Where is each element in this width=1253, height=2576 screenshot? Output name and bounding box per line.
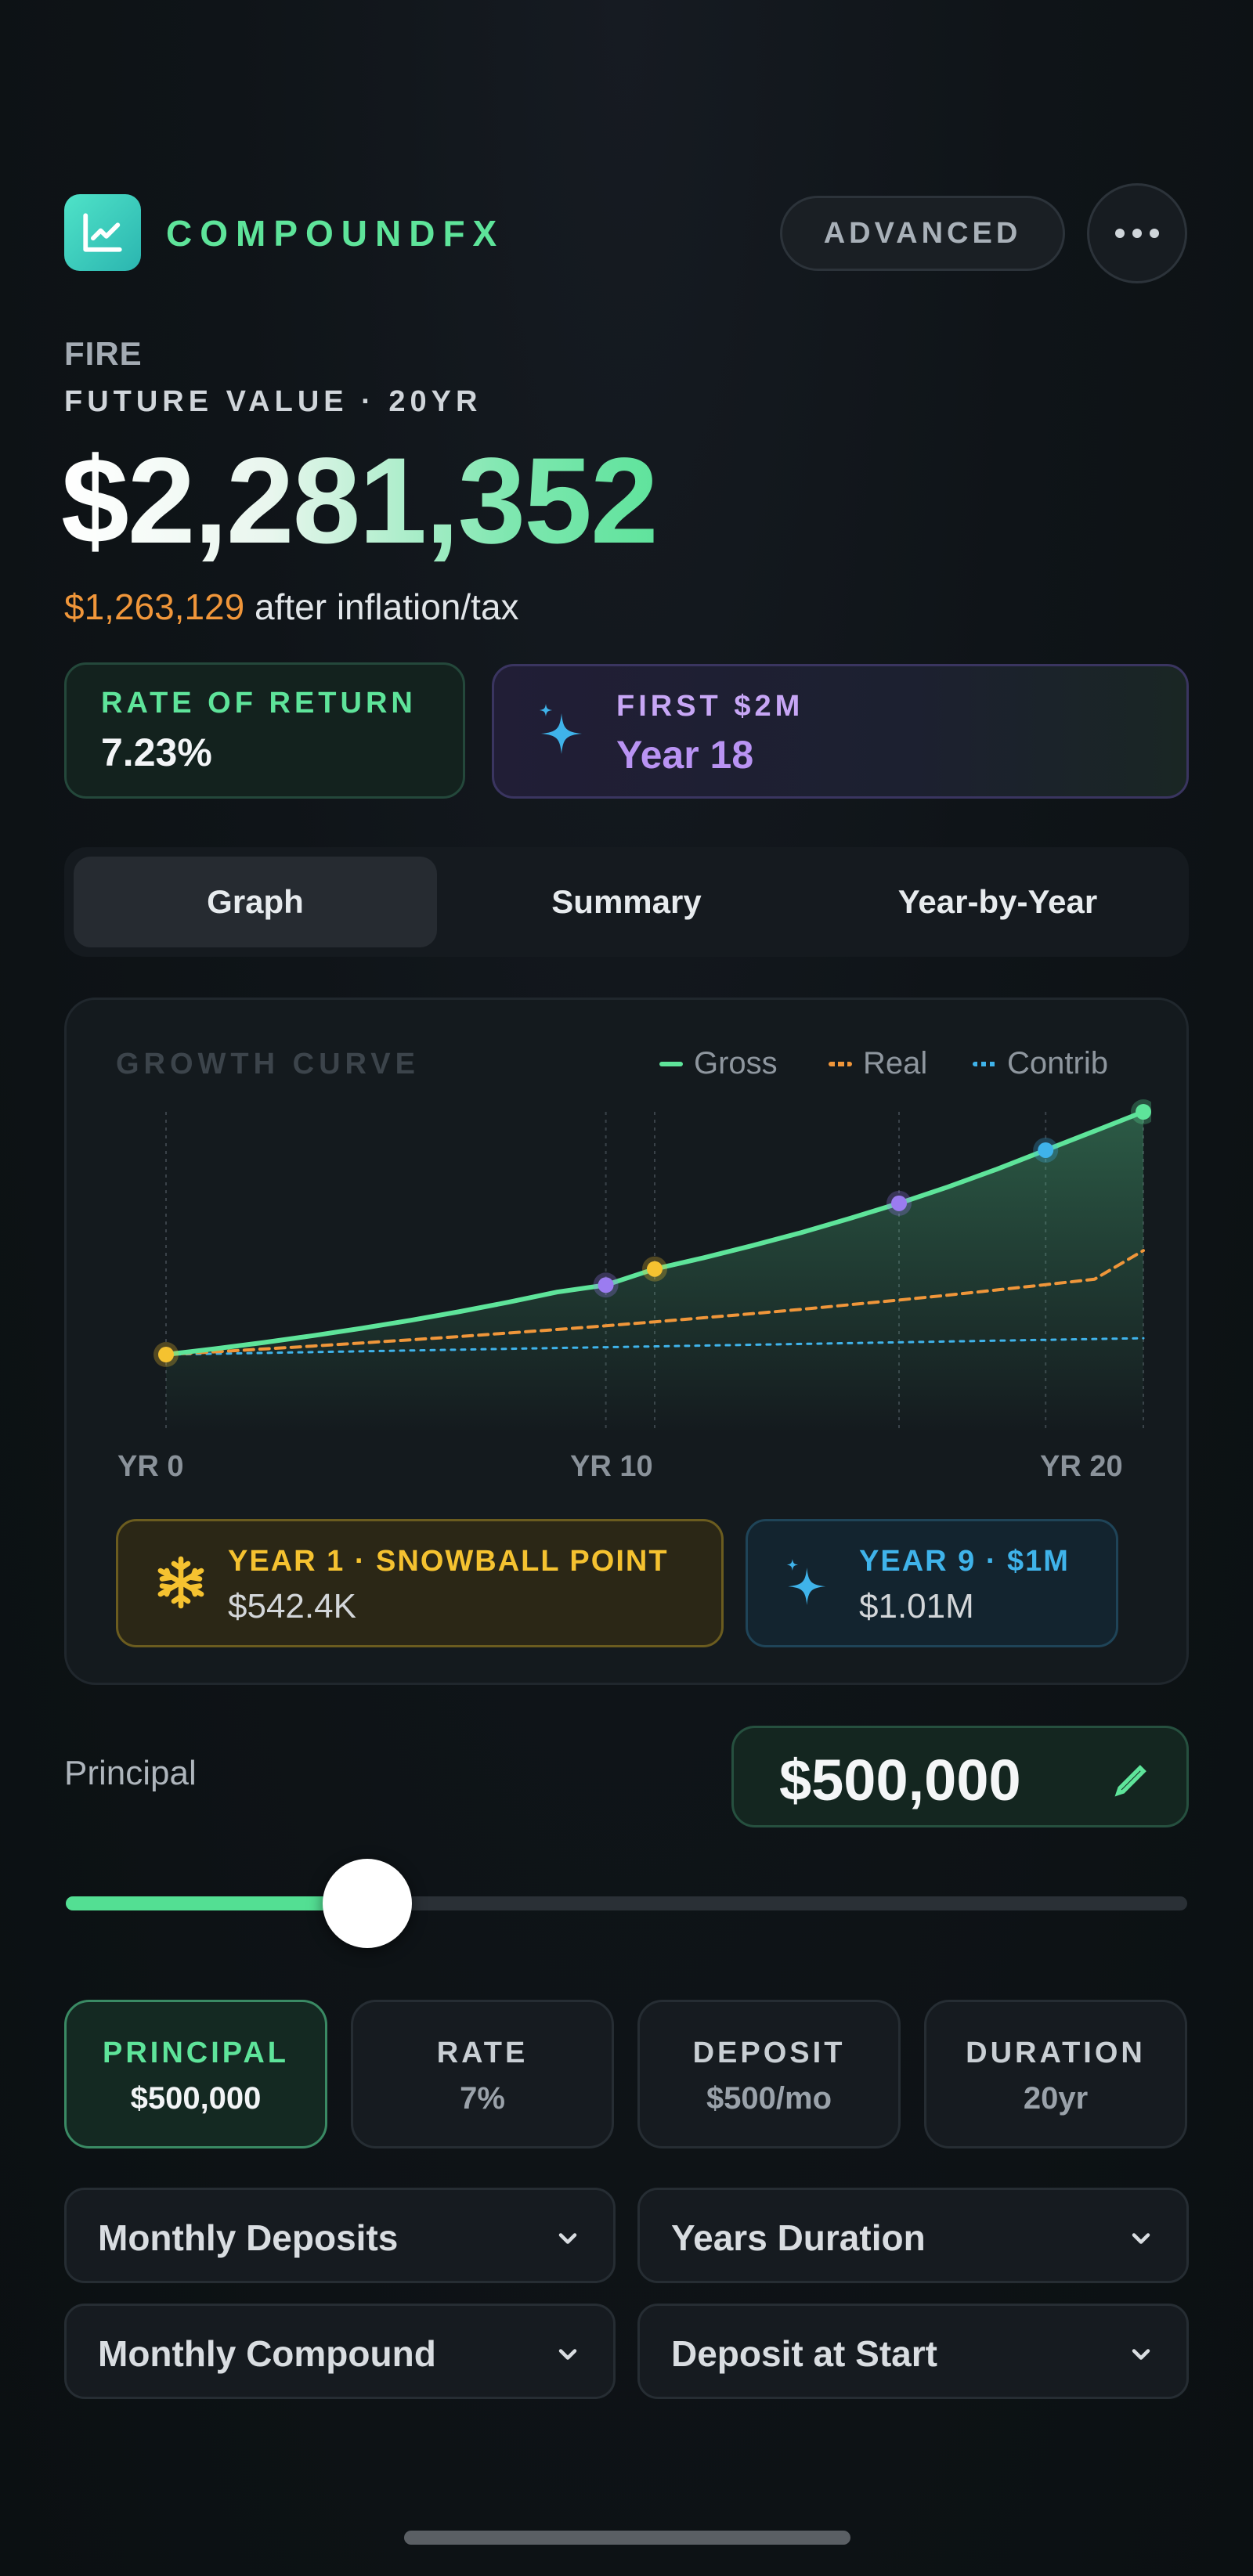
chart-marker-point[interactable] (1136, 1104, 1151, 1120)
sparkle-icon (786, 1559, 826, 1606)
chevron-down-icon (1132, 2233, 1150, 2244)
app-logo (64, 194, 141, 271)
chip-rate-value: 7% (460, 2081, 505, 2116)
chip-duration-value: 20yr (1023, 2081, 1089, 2116)
chip-principal-value: $500,000 (130, 2081, 262, 2116)
legend-swatch-real (829, 1061, 852, 1066)
snowflake-icon (157, 1556, 204, 1609)
dropdown-label: Deposit at Start (671, 2333, 937, 2374)
tab-graph[interactable]: Graph (74, 857, 437, 947)
chart-marker-point[interactable] (891, 1195, 907, 1211)
chart-marker-point[interactable] (647, 1261, 663, 1277)
legend-label-gross: Gross (694, 1046, 778, 1081)
dropdown-label: Monthly Compound (98, 2333, 436, 2374)
tab-year-by-year[interactable]: Year-by-Year (816, 857, 1179, 947)
home-indicator (404, 2531, 850, 2545)
adjusted-suffix: after inflation/tax (255, 586, 519, 627)
chip-principal[interactable]: PRINCIPAL $500,000 (64, 2000, 327, 2148)
dropdown-compound-frequency[interactable]: Monthly Compound (64, 2304, 616, 2399)
principal-value: $500,000 (779, 1748, 1021, 1813)
chip-principal-title: PRINCIPAL (103, 2037, 289, 2069)
x-tick-mid: YR 10 (570, 1450, 653, 1483)
chart-marker-point[interactable] (158, 1347, 174, 1362)
legend-gross: Gross (659, 1046, 778, 1081)
adjusted-value-line: $1,263,129 after inflation/tax (64, 586, 519, 628)
legend-swatch-contrib (973, 1061, 996, 1066)
chip-duration[interactable]: DURATION 20yr (924, 2000, 1187, 2148)
more-dots-icon (1115, 229, 1125, 238)
chevron-down-icon (558, 2233, 577, 2244)
chart-title: GROWTH CURVE (116, 1048, 420, 1081)
dropdown-label: Years Duration (671, 2217, 926, 2258)
adjusted-value: $1,263,129 (64, 586, 245, 627)
sparkle-icon (540, 704, 582, 754)
chart-marker-point[interactable] (598, 1277, 614, 1293)
view-tabs: Graph Summary Year-by-Year (64, 847, 1189, 957)
dropdown-deposit-frequency[interactable]: Monthly Deposits (64, 2188, 616, 2283)
first-milestone-card: FIRST $2M Year 18 (492, 664, 1189, 799)
dropdown-label: Monthly Deposits (98, 2217, 399, 2258)
chart-line-icon (83, 213, 122, 252)
chart-marker-point[interactable] (1038, 1142, 1054, 1158)
principal-label: Principal (64, 1754, 197, 1792)
principal-slider-handle[interactable] (323, 1859, 412, 1948)
million-milestone-card[interactable]: YEAR 9 · $1M $1.01M (746, 1519, 1118, 1647)
x-tick-start: YR 0 (117, 1450, 184, 1483)
tab-summary[interactable]: Summary (445, 857, 808, 947)
snowball-value: $542.4K (228, 1587, 356, 1625)
legend-label-contrib: Contrib (1007, 1046, 1108, 1081)
chevron-down-icon (1132, 2349, 1150, 2360)
future-value-label: FUTURE VALUE · 20YR (64, 385, 482, 418)
rate-title: RATE OF RETURN (101, 687, 417, 720)
pencil-icon (1114, 1765, 1146, 1797)
chip-deposit-title: DEPOSIT (692, 2037, 846, 2069)
brand-name: COMPOUNDFX (166, 213, 505, 254)
chip-deposit[interactable]: DEPOSIT $500/mo (637, 2000, 901, 2148)
rate-value: 7.23% (101, 731, 212, 774)
legend-swatch-gross (659, 1061, 683, 1066)
dropdown-deposit-timing[interactable]: Deposit at Start (637, 2304, 1189, 2399)
milestone-value: Year 18 (616, 733, 754, 777)
x-tick-end: YR 20 (1040, 1450, 1123, 1483)
mode-label: FIRE (64, 335, 143, 372)
future-value: $2,281,352 (61, 433, 659, 569)
snowball-title: YEAR 1 · SNOWBALL POINT (228, 1545, 669, 1578)
growth-chart (153, 1099, 1151, 1433)
dropdown-duration-unit[interactable]: Years Duration (637, 2188, 1189, 2283)
advanced-button[interactable]: ADVANCED (780, 196, 1065, 271)
chevron-down-icon (558, 2349, 577, 2360)
principal-value-field[interactable]: $500,000 (731, 1726, 1189, 1827)
milestone-title: FIRST $2M (616, 690, 804, 723)
rate-of-return-card: RATE OF RETURN 7.23% (64, 662, 465, 799)
chip-duration-title: DURATION (966, 2037, 1146, 2069)
legend-contrib: Contrib (973, 1046, 1108, 1081)
million-title: YEAR 9 · $1M (859, 1545, 1070, 1578)
chip-rate-title: RATE (436, 2037, 529, 2069)
chip-deposit-value: $500/mo (706, 2081, 832, 2116)
more-button[interactable] (1087, 183, 1187, 283)
million-value: $1.01M (859, 1587, 974, 1625)
snowball-point-card[interactable]: YEAR 1 · SNOWBALL POINT $542.4K (116, 1519, 724, 1647)
chip-rate[interactable]: RATE 7% (351, 2000, 614, 2148)
legend-real: Real (829, 1046, 927, 1081)
legend-label-real: Real (863, 1046, 928, 1081)
